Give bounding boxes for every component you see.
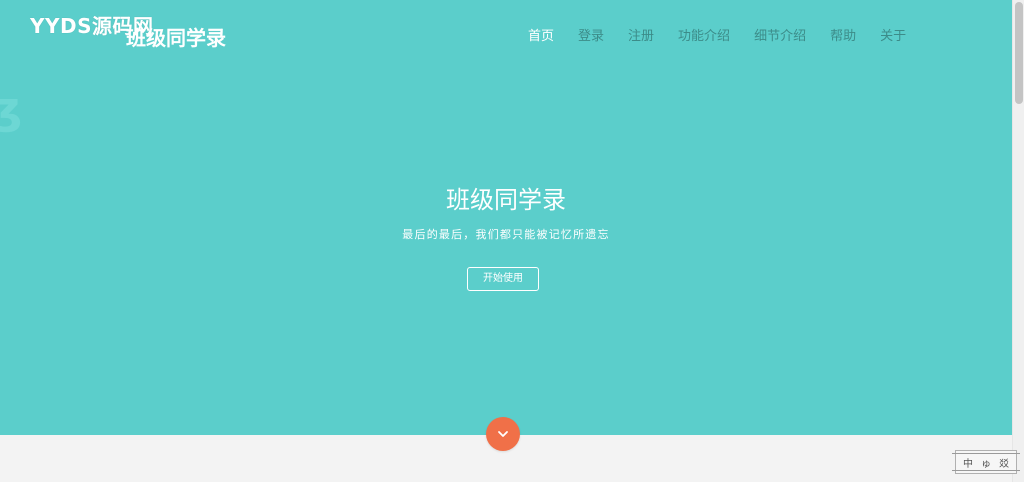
- nav-item-details[interactable]: 细节介绍: [754, 25, 806, 44]
- ime-mode-char[interactable]: 中: [963, 455, 973, 470]
- nav-item-register[interactable]: 注册: [628, 25, 654, 44]
- ime-punct-char[interactable]: ゅ: [981, 455, 991, 470]
- scrollbar-thumb[interactable]: [1015, 2, 1023, 104]
- scroll-down-button[interactable]: [486, 417, 520, 451]
- nav-item-about[interactable]: 关于: [880, 25, 906, 44]
- decorative-shape: ʒ: [0, 83, 23, 134]
- ime-width-char[interactable]: 㸚: [999, 455, 1009, 470]
- ime-toolbar[interactable]: 中 ゅ 㸚: [952, 450, 1020, 474]
- chevron-down-icon: [498, 431, 508, 437]
- start-button[interactable]: 开始使用: [467, 267, 539, 291]
- hero-section: ʒ YYDS源码网 班级同学录 首页 登录 注册 功能介绍 细节介绍 帮助 关于…: [0, 0, 1012, 435]
- nav-item-login[interactable]: 登录: [578, 25, 604, 44]
- vertical-scrollbar[interactable]: [1012, 0, 1024, 482]
- hero-subtitle: 最后的最后，我们都只能被记忆所遗忘: [402, 228, 610, 241]
- site-logo[interactable]: 班级同学录: [126, 22, 226, 51]
- nav-item-home[interactable]: 首页: [528, 25, 554, 44]
- nav-item-features[interactable]: 功能介绍: [678, 25, 730, 44]
- nav-item-help[interactable]: 帮助: [830, 25, 856, 44]
- page: ʒ YYDS源码网 班级同学录 首页 登录 注册 功能介绍 细节介绍 帮助 关于…: [0, 0, 1024, 482]
- main-nav: 首页 登录 注册 功能介绍 细节介绍 帮助 关于: [528, 25, 906, 44]
- hero-title: 班级同学录: [446, 186, 566, 214]
